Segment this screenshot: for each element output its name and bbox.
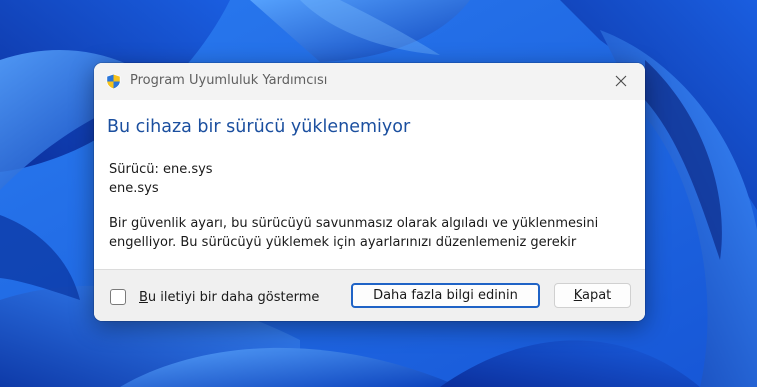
driver-file: ene.sys [109, 181, 159, 196]
message-line-1: Bir güvenlik ayarı, bu sürücüyü savunmas… [109, 216, 599, 231]
close-button-text: apat [582, 287, 612, 303]
dont-show-again-label[interactable]: Bu iletiyi bir daha gösterme [139, 290, 319, 305]
dialog-heading: Bu cihaza bir sürücü yüklenemiyor [107, 117, 411, 137]
dialog-footer: Bu iletiyi bir daha gösterme Daha fazla … [94, 269, 645, 321]
dialog-title: Program Uyumluluk Yardımcısı [130, 73, 328, 88]
message-line-2: engelliyor. Bu sürücüyü yüklemek için ay… [109, 235, 577, 250]
close-accelerator-key: K [573, 287, 582, 303]
close-icon [615, 75, 627, 87]
close-button[interactable]: Kapat [554, 283, 631, 308]
dialog-titlebar: Program Uyumluluk Yardımcısı [94, 63, 645, 100]
driver-label: Sürücü: ene.sys [109, 162, 213, 177]
dialog-content: Bu cihaza bir sürücü yüklenemiyor Sürücü… [94, 100, 645, 269]
uac-shield-icon [105, 73, 122, 90]
dont-show-again-checkbox[interactable] [110, 289, 126, 305]
compatibility-assistant-dialog: Program Uyumluluk Yardımcısı Bu cihaza b… [94, 63, 645, 321]
checkbox-label-text: u iletiyi bir daha gösterme [147, 290, 320, 305]
close-window-button[interactable] [611, 71, 631, 91]
checkbox-accelerator-key: B [139, 290, 148, 305]
more-info-button[interactable]: Daha fazla bilgi edinin [351, 283, 540, 308]
